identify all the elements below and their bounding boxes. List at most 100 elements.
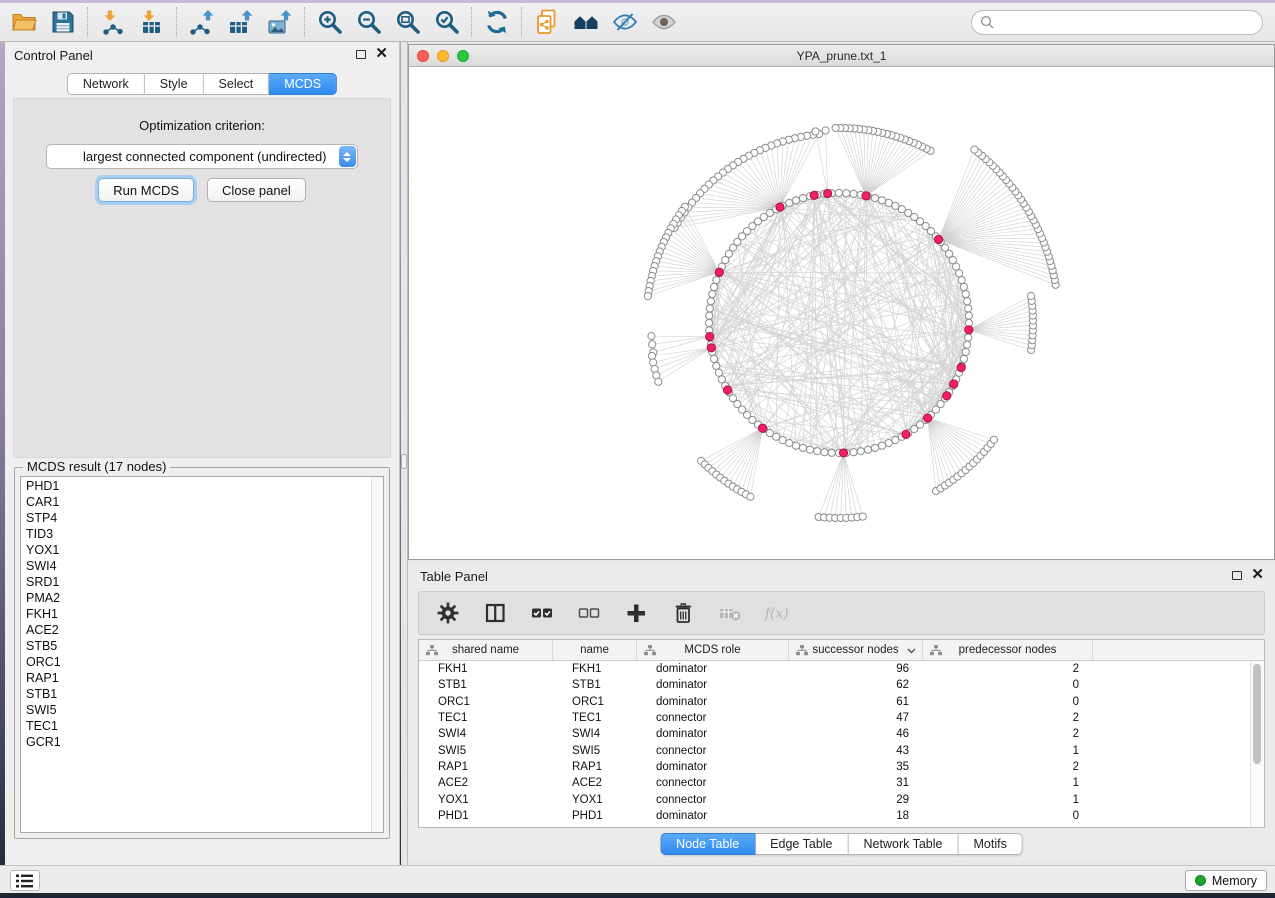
tab-select[interactable]: Select	[204, 73, 270, 95]
cell-shared-name[interactable]: STB1	[419, 679, 553, 691]
cell-successor-nodes[interactable]: 47	[789, 712, 923, 724]
tab-style[interactable]: Style	[145, 73, 204, 95]
close-table-panel-icon[interactable]: ✕	[1251, 566, 1264, 584]
cell-name[interactable]: STB1	[553, 679, 637, 691]
cell-shared-name[interactable]: SWI5	[419, 745, 553, 757]
table-scrollbar-thumb[interactable]	[1253, 664, 1261, 764]
network-window-titlebar[interactable]: YPA_prune.txt_1	[409, 45, 1274, 67]
cell-name[interactable]: TEC1	[553, 712, 637, 724]
zoom-in-button[interactable]	[312, 5, 347, 39]
cell-successor-nodes[interactable]: 43	[789, 745, 923, 757]
table-row-PHD1[interactable]: PHD1PHD1dominator180	[419, 808, 1264, 824]
copy-network-button[interactable]	[529, 5, 564, 39]
table-scrollbar[interactable]	[1250, 661, 1264, 827]
cell-shared-name[interactable]: ACE2	[419, 777, 553, 789]
mcds-result-item[interactable]: STP4	[26, 510, 370, 526]
show-graphics-details-button[interactable]	[646, 5, 681, 39]
table-row-RAP1[interactable]: RAP1RAP1dominator352	[419, 759, 1264, 775]
cell-shared-name[interactable]: YOX1	[419, 794, 553, 806]
cell-predecessor-nodes[interactable]: 0	[923, 696, 1093, 708]
tab-network[interactable]: Network	[67, 73, 145, 95]
table-row-YOX1[interactable]: YOX1YOX1connector291	[419, 791, 1264, 807]
tab-node-table[interactable]: Node Table	[660, 833, 755, 855]
mcds-result-item[interactable]: SWI5	[26, 702, 370, 718]
cell-shared-name[interactable]: ORC1	[419, 696, 553, 708]
hide-graphics-details-button[interactable]	[607, 5, 642, 39]
column-header-MCDS-role[interactable]: MCDS role	[637, 640, 789, 660]
cell-MCDS-role[interactable]: dominator	[637, 696, 789, 708]
cell-MCDS-role[interactable]: dominator	[637, 810, 789, 822]
mcds-result-item[interactable]: ORC1	[26, 654, 370, 670]
cell-predecessor-nodes[interactable]: 0	[923, 679, 1093, 691]
close-panel-icon[interactable]: ✕	[375, 45, 388, 63]
export-table-button[interactable]	[223, 5, 258, 39]
cell-predecessor-nodes[interactable]: 2	[923, 663, 1093, 675]
cell-successor-nodes[interactable]: 61	[789, 696, 923, 708]
cell-shared-name[interactable]: TEC1	[419, 712, 553, 724]
apply-layout-button[interactable]	[479, 5, 514, 39]
delete-column-button[interactable]	[670, 600, 696, 626]
save-session-button[interactable]	[45, 5, 80, 39]
mcds-result-item[interactable]: RAP1	[26, 670, 370, 686]
cell-successor-nodes[interactable]: 46	[789, 728, 923, 740]
mcds-result-item[interactable]: SWI4	[26, 558, 370, 574]
task-history-button[interactable]	[10, 870, 40, 891]
network-graph[interactable]	[409, 67, 1274, 559]
export-image-button[interactable]	[262, 5, 297, 39]
zoom-fit-button[interactable]	[390, 5, 425, 39]
column-header-name[interactable]: name	[553, 640, 637, 660]
mcds-result-item[interactable]: YOX1	[26, 542, 370, 558]
first-neighbors-button[interactable]	[568, 5, 603, 39]
cell-MCDS-role[interactable]: connector	[637, 777, 789, 789]
tab-edge-table[interactable]: Edge Table	[755, 833, 848, 855]
cell-predecessor-nodes[interactable]: 2	[923, 761, 1093, 773]
table-row-ORC1[interactable]: ORC1ORC1dominator610	[419, 694, 1264, 710]
mcds-result-item[interactable]: TEC1	[26, 718, 370, 734]
cell-successor-nodes[interactable]: 62	[789, 679, 923, 691]
cell-successor-nodes[interactable]: 29	[789, 794, 923, 806]
tab-mcds[interactable]: MCDS	[269, 73, 337, 95]
cell-name[interactable]: SWI4	[553, 728, 637, 740]
cell-successor-nodes[interactable]: 96	[789, 663, 923, 675]
cell-MCDS-role[interactable]: dominator	[637, 679, 789, 691]
cell-name[interactable]: ACE2	[553, 777, 637, 789]
cell-predecessor-nodes[interactable]: 1	[923, 745, 1093, 757]
cell-MCDS-role[interactable]: connector	[637, 712, 789, 724]
mcds-list-scrollbar[interactable]	[371, 477, 383, 832]
column-header-predecessor-nodes[interactable]: predecessor nodes	[923, 640, 1093, 660]
splitter-grip[interactable]	[401, 454, 407, 469]
table-row-SWI4[interactable]: SWI4SWI4dominator462	[419, 726, 1264, 742]
open-session-button[interactable]	[6, 5, 41, 39]
cell-predecessor-nodes[interactable]: 2	[923, 728, 1093, 740]
column-header-shared-name[interactable]: shared name	[419, 640, 553, 660]
cell-MCDS-role[interactable]: dominator	[637, 761, 789, 773]
cell-name[interactable]: ORC1	[553, 696, 637, 708]
cell-MCDS-role[interactable]: dominator	[637, 663, 789, 675]
gear-button[interactable]	[435, 600, 461, 626]
import-network-button[interactable]	[95, 5, 130, 39]
cell-name[interactable]: YOX1	[553, 794, 637, 806]
import-table-button[interactable]	[134, 5, 169, 39]
tab-motifs[interactable]: Motifs	[958, 833, 1022, 855]
tab-network-table[interactable]: Network Table	[849, 833, 959, 855]
columns-button[interactable]	[482, 600, 508, 626]
panel-splitter[interactable]	[401, 42, 408, 865]
select-all-columns-button[interactable]	[529, 600, 555, 626]
float-table-panel-icon[interactable]	[1232, 571, 1242, 580]
deselect-all-columns-button[interactable]	[576, 600, 602, 626]
cell-shared-name[interactable]: FKH1	[419, 663, 553, 675]
search-input[interactable]	[1000, 12, 1262, 32]
mcds-result-item[interactable]: TID3	[26, 526, 370, 542]
cell-name[interactable]: PHD1	[553, 810, 637, 822]
zoom-out-button[interactable]	[351, 5, 386, 39]
mcds-result-item[interactable]: STB5	[26, 638, 370, 654]
cell-successor-nodes[interactable]: 35	[789, 761, 923, 773]
cell-predecessor-nodes[interactable]: 1	[923, 794, 1093, 806]
table-row-SWI5[interactable]: SWI5SWI5connector431	[419, 742, 1264, 758]
zoom-selected-button[interactable]	[429, 5, 464, 39]
criterion-dropdown[interactable]: largest connected component (undirected)	[46, 144, 358, 169]
close-panel-button[interactable]: Close panel	[207, 178, 306, 202]
mcds-result-item[interactable]: CAR1	[26, 494, 370, 510]
float-panel-icon[interactable]	[356, 50, 366, 59]
cell-successor-nodes[interactable]: 18	[789, 810, 923, 822]
